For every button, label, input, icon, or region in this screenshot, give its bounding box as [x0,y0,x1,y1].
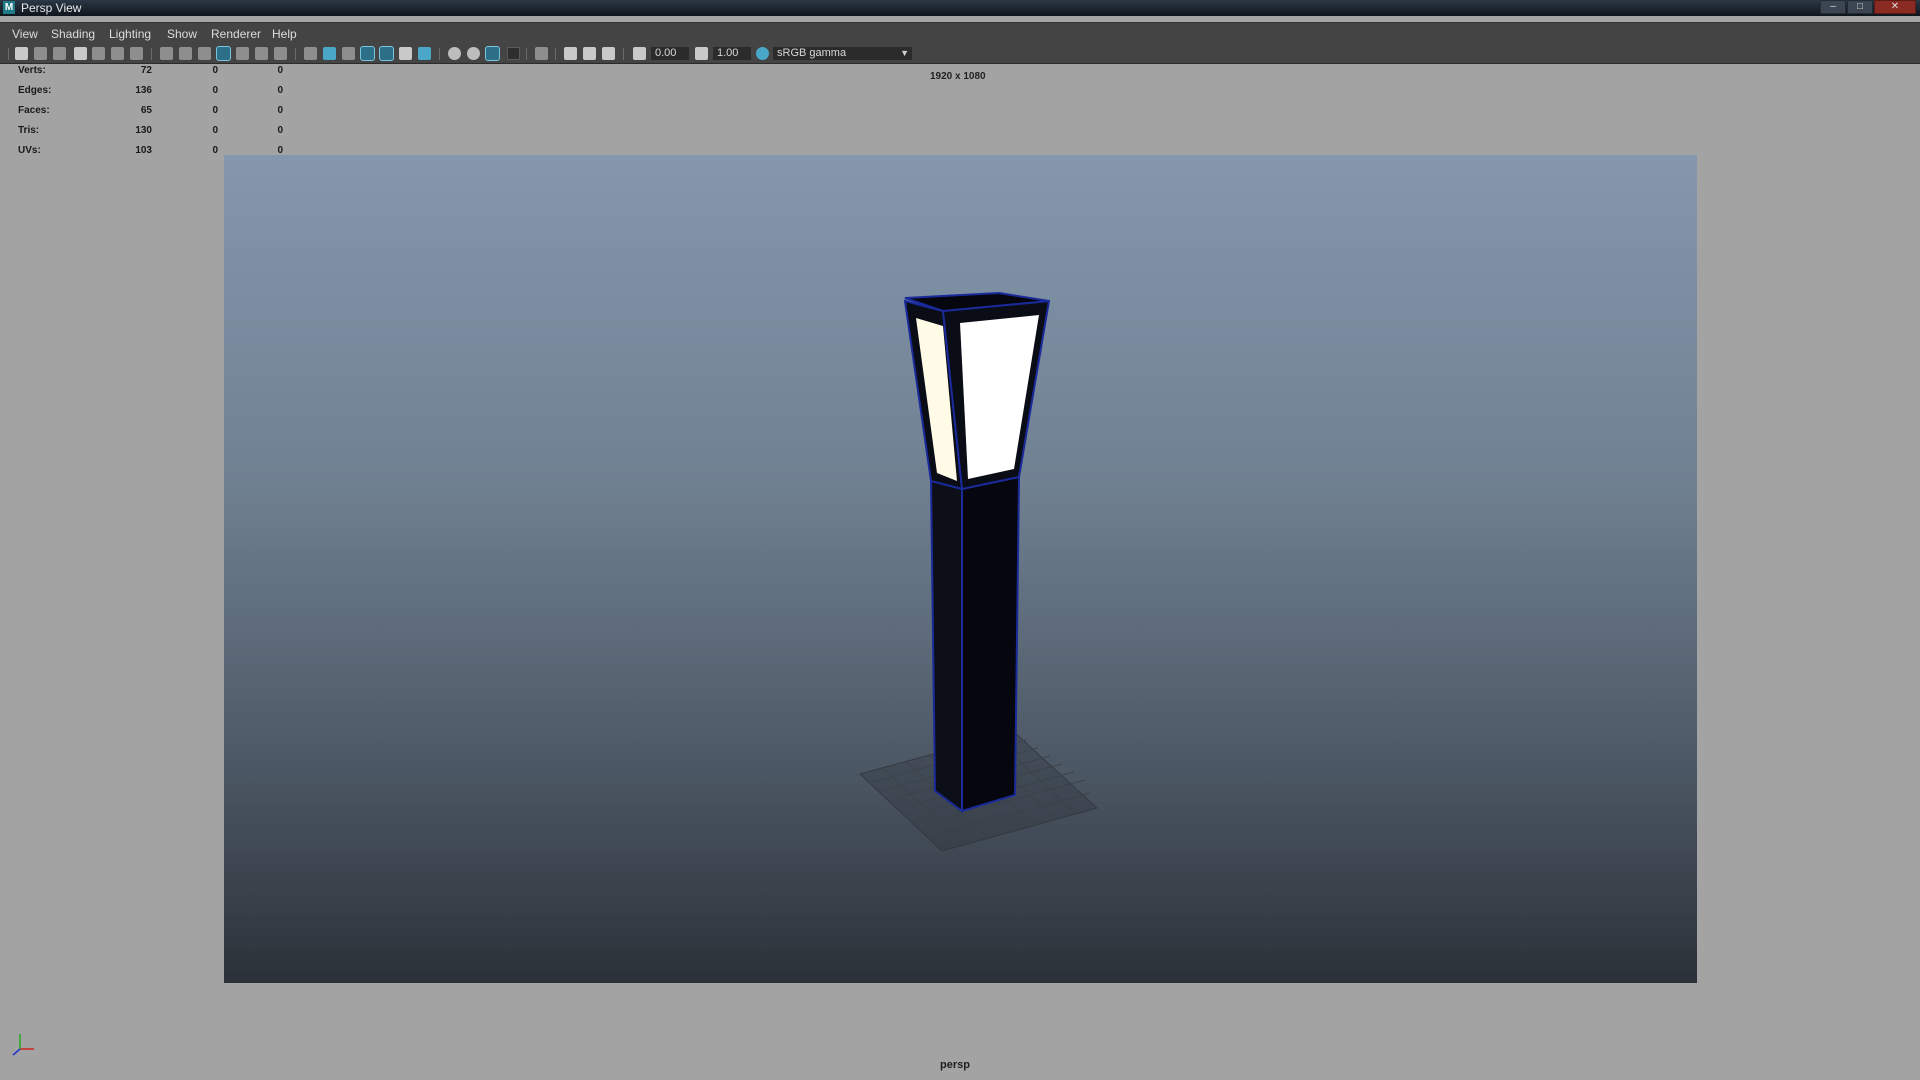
wireframe-icon[interactable] [304,47,317,60]
panel-menu-bar: View Shading Lighting Show Renderer Help [0,22,1920,45]
maya-app-icon: M [3,1,15,14]
toolbar-separator [295,48,296,60]
hud-value: 72 [140,65,152,76]
textured-icon[interactable] [379,46,394,61]
hud-row-edges: Edges: 136 0 0 [18,84,283,104]
menu-shading[interactable]: Shading [51,27,95,41]
toolbar-separator [555,48,556,60]
hud-value: 0 [212,125,218,136]
xray-joints-icon[interactable] [602,47,615,60]
safe-title-icon[interactable] [274,47,287,60]
use-default-material-icon[interactable] [342,47,355,60]
menu-show[interactable]: Show [167,27,197,41]
hud-value: 103 [135,145,152,156]
select-camera-icon[interactable] [15,47,28,60]
image-plane-icon[interactable] [92,47,105,60]
lamp-post-model[interactable] [903,291,1051,813]
resolution-gate-frame[interactable] [224,155,1697,983]
window-title: Persp View [21,1,82,15]
minimize-button[interactable]: – [1820,0,1846,14]
hud-label: Faces: [18,105,50,116]
bookmark-icon[interactable] [74,47,87,60]
wireframe-on-shaded-icon[interactable] [360,46,375,61]
hud-value: 130 [135,125,152,136]
hud-value: 136 [135,85,152,96]
post-left-face [929,479,963,813]
camera-attributes-icon[interactable] [34,47,47,60]
scene-3d[interactable] [224,155,1697,983]
exposure-icon[interactable] [633,47,646,60]
hud-row-verts: Verts: 72 0 0 [18,64,283,84]
screen-space-ambient-occlusion-icon[interactable] [448,47,461,60]
hud-value: 65 [140,105,152,116]
hud-value: 0 [277,105,283,116]
hud-label: Tris: [18,125,40,136]
hud-row-faces: Faces: 65 0 0 [18,104,283,124]
hud-value: 0 [277,65,283,76]
film-gate-icon[interactable] [179,47,192,60]
hud-value: 0 [212,105,218,116]
chevron-down-icon[interactable]: ▼ [900,47,909,60]
motion-blur-icon[interactable] [467,47,480,60]
shadows-icon[interactable] [418,47,431,60]
smooth-shade-icon[interactable] [323,47,336,60]
field-chart-icon[interactable] [236,47,249,60]
resolution-gate-label: 1920 x 1080 [930,71,986,82]
gamma-icon[interactable] [695,47,708,60]
hud-value: 0 [277,85,283,96]
isolate-select-icon[interactable] [535,47,548,60]
hud-value: 0 [212,85,218,96]
xray-active-components-icon[interactable] [583,47,596,60]
hud-label: UVs: [18,145,41,156]
toolbar-separator [439,48,440,60]
hud-row-tris: Tris: 130 0 0 [18,124,283,144]
maximize-button[interactable]: □ [1847,0,1873,14]
bookmarks-icon[interactable] [53,47,66,60]
menu-view[interactable]: View [12,27,38,41]
window-title-bar: M Persp View – □ ✕ [0,0,1920,16]
safe-action-icon[interactable] [255,47,268,60]
toolbar-separator [151,48,152,60]
color-management-icon[interactable] [756,47,769,60]
camera-name-label: persp [940,1059,970,1071]
grid-icon[interactable] [160,47,173,60]
poly-count-hud: Verts: 72 0 0 Edges: 136 0 0 Faces: 65 0… [18,64,283,164]
resolution-gate-icon[interactable] [198,47,211,60]
2d-pan-zoom-icon[interactable] [111,47,124,60]
panel-toolbar: 0.00 1.00 sRGB gamma ▼ [0,44,1920,64]
axis-gizmo-icon [12,1034,34,1056]
lights-icon[interactable] [399,47,412,60]
multisample-anti-aliasing-icon[interactable] [485,46,500,61]
close-button[interactable]: ✕ [1874,0,1916,14]
hud-value: 0 [212,65,218,76]
grease-pencil-icon[interactable] [130,47,143,60]
gamma-field[interactable]: 1.00 [713,47,751,60]
exposure-field[interactable]: 0.00 [651,47,689,60]
depth-of-field-icon[interactable] [507,47,520,60]
menu-help[interactable]: Help [272,27,297,41]
toolbar-separator [623,48,624,60]
viewport-panel[interactable]: Verts: 72 0 0 Edges: 136 0 0 Faces: 65 0… [0,64,1920,1080]
view-transform-dropdown[interactable]: sRGB gamma ▼ [773,47,912,60]
menu-renderer[interactable]: Renderer [211,27,261,41]
hud-label: Verts: [18,65,46,76]
toolbar-separator [8,48,9,60]
hud-value: 0 [277,125,283,136]
xray-icon[interactable] [564,47,577,60]
toolbar-separator [526,48,527,60]
view-transform-value: sRGB gamma [777,47,847,59]
menu-lighting[interactable]: Lighting [109,27,151,41]
hud-value: 0 [212,145,218,156]
gate-mask-icon[interactable] [216,46,231,61]
hud-label: Edges: [18,85,52,96]
post-right-face [961,475,1021,813]
